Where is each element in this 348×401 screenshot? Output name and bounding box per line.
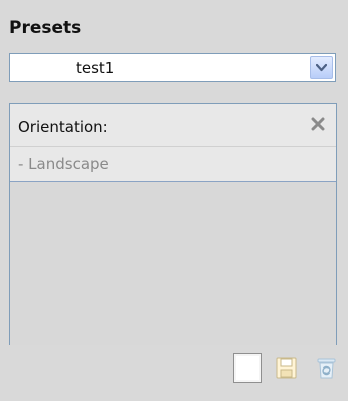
- save-preset-button[interactable]: [272, 353, 301, 383]
- delete-preset-button[interactable]: [312, 353, 341, 383]
- presets-selected-value: test1: [76, 59, 115, 77]
- divider: [10, 146, 336, 147]
- new-preset-button[interactable]: [233, 353, 262, 383]
- presets-title: Presets: [9, 18, 82, 38]
- chevron-down-icon[interactable]: [310, 56, 333, 79]
- orientation-value: - Landscape: [18, 155, 109, 173]
- presets-panel: Presets test1 Orientation: - Landscape: [0, 0, 348, 401]
- preset-settings-list: Orientation: - Landscape: [9, 103, 337, 345]
- orientation-label: Orientation:: [18, 118, 108, 136]
- trash-icon: [317, 358, 336, 379]
- save-icon: [276, 357, 297, 379]
- presets-dropdown[interactable]: test1: [9, 53, 336, 82]
- close-icon[interactable]: [310, 116, 326, 132]
- list-item[interactable]: Orientation: - Landscape: [10, 104, 336, 182]
